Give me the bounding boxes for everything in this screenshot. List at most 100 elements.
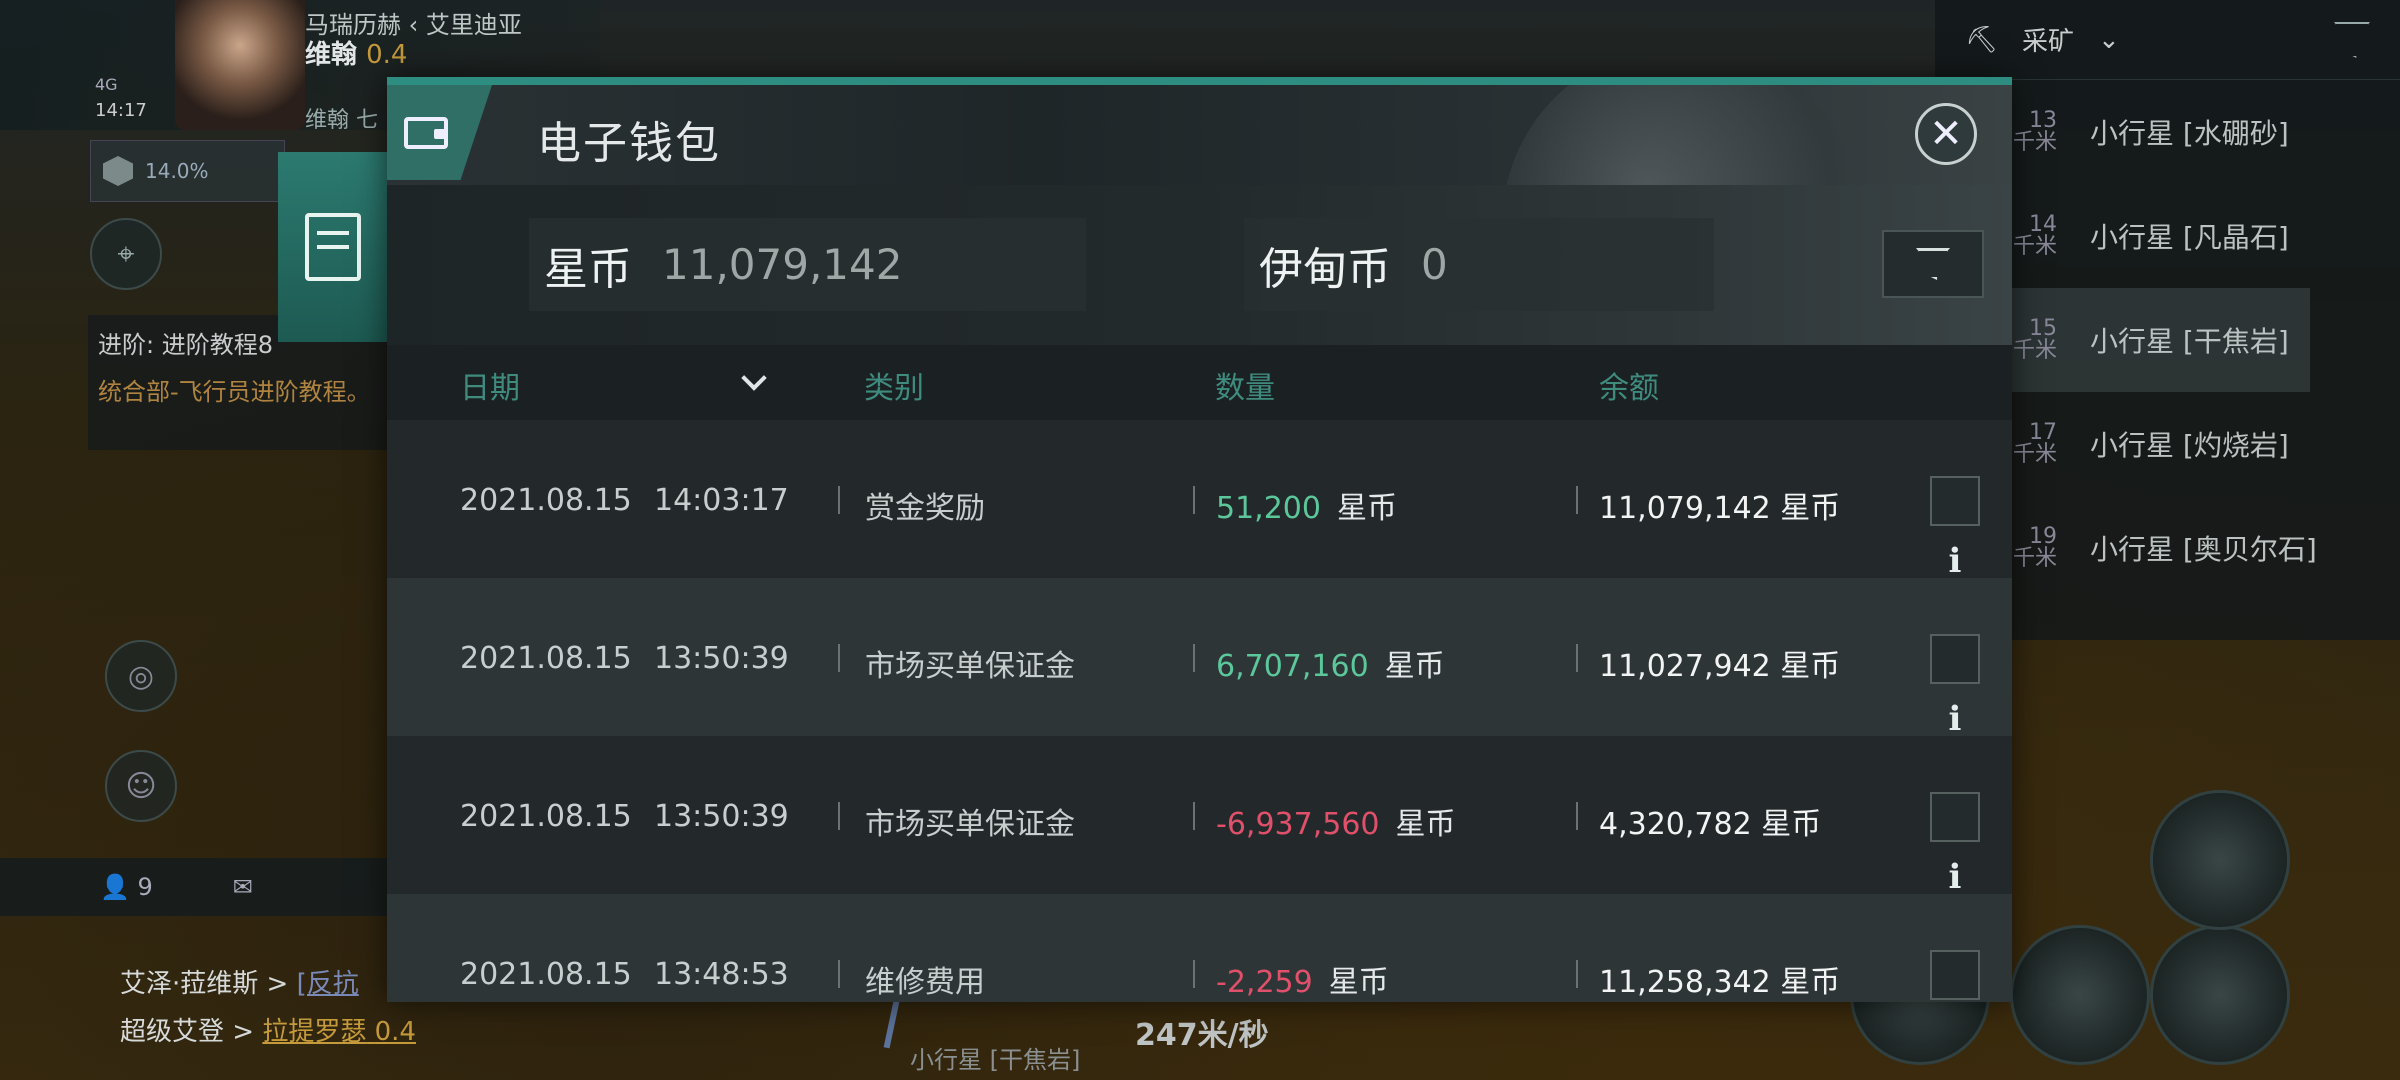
column-date[interactable]: 日期 xyxy=(460,363,520,407)
sort-chevron-icon[interactable] xyxy=(741,365,767,391)
column-divider xyxy=(1576,802,1578,830)
cargo-percent: 14.0% xyxy=(145,159,209,183)
column-amount: 数量 xyxy=(1215,371,1275,406)
module-slot[interactable] xyxy=(2150,925,2290,1065)
eden-coin-value: 0 xyxy=(1421,240,1448,289)
column-divider xyxy=(838,960,840,988)
transaction-balance: 11,027,942 星币 xyxy=(1599,649,1841,684)
overview-item-name: 小行星 [奥贝尔石] xyxy=(2090,533,2317,566)
column-divider xyxy=(1193,802,1195,830)
chat-log: 艾泽·菈维斯 > [反抗 超级艾登 > 拉提罗瑟 0.4 xyxy=(120,960,416,1056)
transaction-row: 2021.08.15 13:50:39 市场买单保证金 6,707,160 星币 11,0… xyxy=(387,578,2012,739)
close-button[interactable]: ✕ xyxy=(1915,103,1977,165)
transaction-amount: -6,937,560 星币 xyxy=(1216,799,1456,843)
amount-unit: 星币 xyxy=(1384,649,1445,684)
chat-bar[interactable]: 👤 9 ✉ xyxy=(0,858,400,916)
cargo-indicator[interactable]: 14.0% xyxy=(90,140,285,202)
overview-distance: 19 千米 xyxy=(2007,526,2057,570)
distance-unit: 千米 xyxy=(2012,442,2057,467)
location-pin-icon[interactable]: ⌖ xyxy=(90,218,162,290)
column-divider xyxy=(1193,644,1195,672)
transaction-balance: 11,079,142 星币 xyxy=(1599,491,1841,526)
info-button[interactable]: i xyxy=(1930,950,1980,1000)
document-icon xyxy=(305,213,361,281)
chat-link[interactable]: [反抗 xyxy=(297,969,359,999)
transaction-row: 2021.08.15 13:48:53 维修费用 -2,259 星币 11,258,342… xyxy=(387,894,2012,1002)
column-category: 类别 xyxy=(864,371,924,406)
column-divider xyxy=(1193,486,1195,514)
transaction-filter-button[interactable] xyxy=(1882,230,1984,298)
overview-distance: 17 千米 xyxy=(2007,422,2057,466)
amount-value: 6,707,160 xyxy=(1216,649,1369,684)
column-balance: 余额 xyxy=(1599,371,1659,406)
star-coin-label: 星币 xyxy=(544,243,632,295)
column-divider xyxy=(838,644,840,672)
chevron-down-icon: ⌄ xyxy=(2098,24,2120,55)
transaction-list: 2021.08.15 14:03:17 赏金奖励 51,200 星币 11,079,142… xyxy=(387,420,2012,1002)
info-button[interactable]: i xyxy=(1930,476,1980,581)
column-divider xyxy=(1193,960,1195,988)
transaction-category: 市场买单保证金 xyxy=(865,807,1075,842)
overview-item-name: 小行星 [干焦岩] xyxy=(2090,325,2289,358)
overview-header[interactable]: ⛏ 采矿 ⌄ xyxy=(1935,0,2400,80)
chat-location: 拉提罗瑟 xyxy=(262,1017,367,1047)
column-divider xyxy=(1576,486,1578,514)
pilot-sub-name: 维翰 七 xyxy=(305,108,378,133)
column-divider xyxy=(1576,644,1578,672)
distance-value: 15 xyxy=(2029,316,2057,341)
transaction-amount: 51,200 星币 xyxy=(1216,483,1397,527)
pilot-helmet-button[interactable] xyxy=(2150,790,2290,930)
wallet-dialog: 电子钱包 ✕ 星币 11,079,142 伊甸币 0 日期 类别 数量 余额 2… xyxy=(387,77,2012,1002)
pilot-support-icon[interactable]: ☺ xyxy=(105,750,177,822)
transaction-row: 2021.08.15 14:03:17 赏金奖励 51,200 星币 11,079,142… xyxy=(387,420,2012,581)
pilot-portrait[interactable] xyxy=(175,0,305,130)
star-coin-balance: 星币 11,079,142 xyxy=(529,218,1086,311)
module-slot[interactable] xyxy=(2010,925,2150,1065)
overview-item-name: 小行星 [凡晶石] xyxy=(2090,221,2289,254)
transaction-category: 维修费用 xyxy=(865,965,985,1000)
transaction-time: 13:48:53 xyxy=(654,957,789,992)
wallet-icon xyxy=(387,85,492,180)
distance-unit: 千米 xyxy=(2012,130,2057,155)
amount-unit: 星币 xyxy=(1328,965,1389,1000)
transaction-date: 2021.08.15 xyxy=(460,799,632,834)
mining-icon: ⛏ xyxy=(1965,24,1999,55)
overview-item-name: 小行星 [灼烧岩] xyxy=(2090,429,2289,462)
amount-value: -2,259 xyxy=(1216,965,1313,1000)
mail-icon[interactable]: ✉ xyxy=(233,873,253,901)
clock: 14:17 xyxy=(95,100,147,121)
chat-line: 艾泽·菈维斯 > [反抗 xyxy=(120,960,416,1008)
chat-count: 9 xyxy=(137,873,153,901)
signal-indicator: 4G xyxy=(95,75,118,94)
distance-value: 14 xyxy=(2029,212,2057,237)
chat-line: 超级艾登 > 拉提罗瑟 0.4 xyxy=(120,1008,416,1056)
overview-distance: 15 千米 xyxy=(2007,318,2057,362)
column-divider xyxy=(838,486,840,514)
info-button[interactable]: i xyxy=(1930,634,1980,739)
distance-value: 13 xyxy=(2029,108,2057,133)
target-scan-icon[interactable]: ◎ xyxy=(105,640,177,712)
transaction-date: 2021.08.15 xyxy=(460,483,632,518)
transaction-category: 赏金奖励 xyxy=(865,491,985,526)
transaction-time: 14:03:17 xyxy=(654,483,789,518)
info-icon: i xyxy=(1948,857,1962,897)
transaction-category: 市场买单保证金 xyxy=(865,649,1075,684)
transaction-time: 13:50:39 xyxy=(654,799,789,834)
transaction-amount: -2,259 星币 xyxy=(1216,957,1389,1001)
wallet-title: 电子钱包 xyxy=(537,118,721,169)
transaction-amount: 6,707,160 星币 xyxy=(1216,641,1445,685)
log-tab-button[interactable] xyxy=(278,152,388,342)
chat-link[interactable]: 拉提罗瑟 0.4 xyxy=(262,1017,416,1047)
overview-item-name: 小行星 [水硼砂] xyxy=(2090,117,2289,150)
overview-filter-label: 采矿 xyxy=(2022,27,2075,57)
info-icon: i xyxy=(1948,699,1962,739)
distance-unit: 千米 xyxy=(2012,234,2057,259)
overview-distance: 14 千米 xyxy=(2007,214,2057,258)
balance-section: 星币 11,079,142 伊甸币 0 xyxy=(387,185,2012,345)
eden-coin-balance: 伊甸币 0 xyxy=(1244,218,1714,311)
eden-coin-label: 伊甸币 xyxy=(1259,243,1391,295)
amount-unit: 星币 xyxy=(1395,807,1456,842)
column-divider xyxy=(1576,960,1578,988)
info-button[interactable]: i xyxy=(1930,792,1980,897)
filter-icon xyxy=(1916,248,1950,280)
